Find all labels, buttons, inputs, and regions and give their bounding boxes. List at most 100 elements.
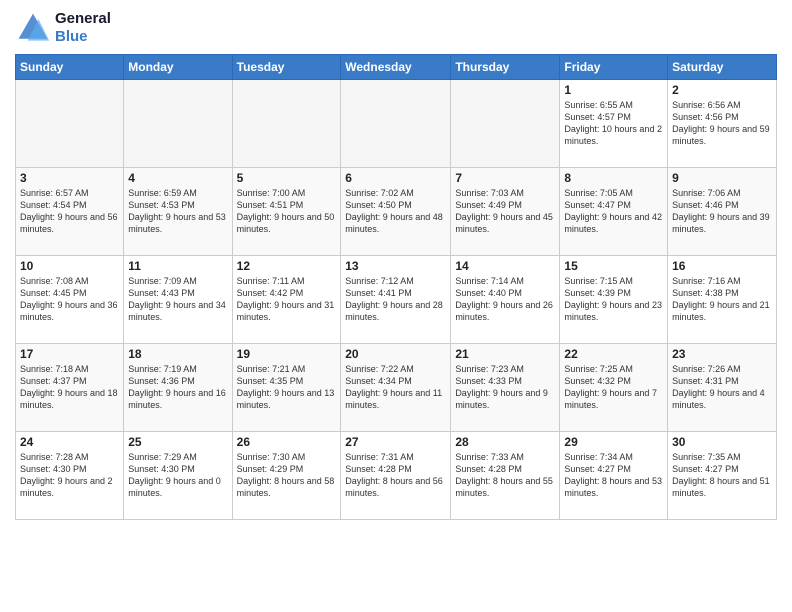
calendar-header-row: SundayMondayTuesdayWednesdayThursdayFrid… <box>16 55 777 80</box>
day-info: Sunrise: 7:34 AM Sunset: 4:27 PM Dayligh… <box>564 451 663 500</box>
day-info: Sunrise: 6:59 AM Sunset: 4:53 PM Dayligh… <box>128 187 227 236</box>
day-number: 30 <box>672 435 772 449</box>
calendar-cell: 24 Sunrise: 7:28 AM Sunset: 4:30 PM Dayli… <box>16 432 124 520</box>
day-number: 21 <box>455 347 555 361</box>
calendar-header-saturday: Saturday <box>668 55 777 80</box>
header: General Blue <box>15 10 777 46</box>
day-info: Sunrise: 7:11 AM Sunset: 4:42 PM Dayligh… <box>237 275 337 324</box>
day-info: Sunrise: 7:22 AM Sunset: 4:34 PM Dayligh… <box>345 363 446 412</box>
calendar-cell: 28Sunrise: 7:33 AM Sunset: 4:28 PM Dayli… <box>451 432 560 520</box>
day-info: Sunrise: 7:06 AM Sunset: 4:46 PM Dayligh… <box>672 187 772 236</box>
page: General Blue SundayMondayTuesdayWednesda… <box>0 0 792 612</box>
logo-icon <box>15 10 51 46</box>
calendar-week-row: 1 Sunrise: 6:55 AM Sunset: 4:57 PM Daylig… <box>16 80 777 168</box>
calendar-cell: 25 Sunrise: 7:29 AM Sunset: 4:30 PM Dayli… <box>124 432 232 520</box>
day-number: 27 <box>345 435 446 449</box>
day-number: 9 <box>672 171 772 185</box>
day-number: 13 <box>345 259 446 273</box>
calendar-cell: 9 Sunrise: 7:06 AM Sunset: 4:46 PM Daylig… <box>668 168 777 256</box>
day-info: Sunrise: 7:05 AM Sunset: 4:47 PM Dayligh… <box>564 187 663 236</box>
calendar-cell: 26 Sunrise: 7:30 AM Sunset: 4:29 PM Dayli… <box>232 432 341 520</box>
calendar-cell: 29 Sunrise: 7:34 AM Sunset: 4:27 PM Dayli… <box>560 432 668 520</box>
calendar-week-row: 10Sunrise: 7:08 AM Sunset: 4:45 PM Dayli… <box>16 256 777 344</box>
day-number: 11 <box>128 259 227 273</box>
day-info: Sunrise: 7:35 AM Sunset: 4:27 PM Dayligh… <box>672 451 772 500</box>
day-number: 1 <box>564 83 663 97</box>
day-info: Sunrise: 7:15 AM Sunset: 4:39 PM Dayligh… <box>564 275 663 324</box>
calendar-cell: 3Sunrise: 6:57 AM Sunset: 4:54 PM Daylig… <box>16 168 124 256</box>
calendar-cell: 16Sunrise: 7:16 AM Sunset: 4:38 PM Dayli… <box>668 256 777 344</box>
calendar-cell: 20 Sunrise: 7:22 AM Sunset: 4:34 PM Dayli… <box>341 344 451 432</box>
calendar-cell: 15Sunrise: 7:15 AM Sunset: 4:39 PM Dayli… <box>560 256 668 344</box>
calendar-cell: 10Sunrise: 7:08 AM Sunset: 4:45 PM Dayli… <box>16 256 124 344</box>
calendar-header-tuesday: Tuesday <box>232 55 341 80</box>
day-number: 23 <box>672 347 772 361</box>
calendar-header-friday: Friday <box>560 55 668 80</box>
day-info: Sunrise: 7:08 AM Sunset: 4:45 PM Dayligh… <box>20 275 119 324</box>
day-number: 24 <box>20 435 119 449</box>
day-number: 25 <box>128 435 227 449</box>
day-number: 28 <box>455 435 555 449</box>
calendar-cell: 23 Sunrise: 7:26 AM Sunset: 4:31 PM Dayli… <box>668 344 777 432</box>
day-info: Sunrise: 7:31 AM Sunset: 4:28 PM Dayligh… <box>345 451 446 500</box>
calendar-cell: 6 Sunrise: 7:02 AM Sunset: 4:50 PM Daylig… <box>341 168 451 256</box>
calendar-week-row: 17Sunrise: 7:18 AM Sunset: 4:37 PM Dayli… <box>16 344 777 432</box>
calendar-header-sunday: Sunday <box>16 55 124 80</box>
calendar-cell: 30 Sunrise: 7:35 AM Sunset: 4:27 PM Dayli… <box>668 432 777 520</box>
day-info: Sunrise: 6:57 AM Sunset: 4:54 PM Dayligh… <box>20 187 119 236</box>
calendar-cell <box>124 80 232 168</box>
day-info: Sunrise: 6:55 AM Sunset: 4:57 PM Dayligh… <box>564 99 663 148</box>
day-number: 20 <box>345 347 446 361</box>
day-number: 22 <box>564 347 663 361</box>
day-number: 7 <box>455 171 555 185</box>
calendar-cell: 5Sunrise: 7:00 AM Sunset: 4:51 PM Daylig… <box>232 168 341 256</box>
day-number: 18 <box>128 347 227 361</box>
calendar-cell: 13 Sunrise: 7:12 AM Sunset: 4:41 PM Dayli… <box>341 256 451 344</box>
day-info: Sunrise: 7:12 AM Sunset: 4:41 PM Dayligh… <box>345 275 446 324</box>
calendar-cell <box>451 80 560 168</box>
day-info: Sunrise: 7:02 AM Sunset: 4:50 PM Dayligh… <box>345 187 446 236</box>
calendar-cell: 14 Sunrise: 7:14 AM Sunset: 4:40 PM Dayli… <box>451 256 560 344</box>
day-info: Sunrise: 7:09 AM Sunset: 4:43 PM Dayligh… <box>128 275 227 324</box>
day-info: Sunrise: 7:18 AM Sunset: 4:37 PM Dayligh… <box>20 363 119 412</box>
day-info: Sunrise: 7:21 AM Sunset: 4:35 PM Dayligh… <box>237 363 337 412</box>
day-number: 4 <box>128 171 227 185</box>
calendar-cell: 27 Sunrise: 7:31 AM Sunset: 4:28 PM Dayli… <box>341 432 451 520</box>
calendar-cell: 19 Sunrise: 7:21 AM Sunset: 4:35 PM Dayli… <box>232 344 341 432</box>
calendar-cell: 1 Sunrise: 6:55 AM Sunset: 4:57 PM Daylig… <box>560 80 668 168</box>
calendar-cell: 11 Sunrise: 7:09 AM Sunset: 4:43 PM Dayli… <box>124 256 232 344</box>
day-number: 2 <box>672 83 772 97</box>
calendar-cell: 12 Sunrise: 7:11 AM Sunset: 4:42 PM Dayli… <box>232 256 341 344</box>
logo: General Blue <box>15 10 111 46</box>
day-number: 29 <box>564 435 663 449</box>
day-info: Sunrise: 7:30 AM Sunset: 4:29 PM Dayligh… <box>237 451 337 500</box>
calendar-cell: 17Sunrise: 7:18 AM Sunset: 4:37 PM Dayli… <box>16 344 124 432</box>
calendar-cell <box>16 80 124 168</box>
calendar-cell <box>341 80 451 168</box>
day-info: Sunrise: 7:16 AM Sunset: 4:38 PM Dayligh… <box>672 275 772 324</box>
day-number: 19 <box>237 347 337 361</box>
calendar-cell: 4 Sunrise: 6:59 AM Sunset: 4:53 PM Daylig… <box>124 168 232 256</box>
day-info: Sunrise: 6:56 AM Sunset: 4:56 PM Dayligh… <box>672 99 772 148</box>
day-info: Sunrise: 7:26 AM Sunset: 4:31 PM Dayligh… <box>672 363 772 412</box>
day-info: Sunrise: 7:25 AM Sunset: 4:32 PM Dayligh… <box>564 363 663 412</box>
logo-text: General Blue <box>55 10 111 46</box>
day-info: Sunrise: 7:00 AM Sunset: 4:51 PM Dayligh… <box>237 187 337 236</box>
calendar-header-thursday: Thursday <box>451 55 560 80</box>
day-number: 26 <box>237 435 337 449</box>
day-info: Sunrise: 7:23 AM Sunset: 4:33 PM Dayligh… <box>455 363 555 412</box>
calendar-cell: 8Sunrise: 7:05 AM Sunset: 4:47 PM Daylig… <box>560 168 668 256</box>
day-info: Sunrise: 7:29 AM Sunset: 4:30 PM Dayligh… <box>128 451 227 500</box>
calendar: SundayMondayTuesdayWednesdayThursdayFrid… <box>15 54 777 520</box>
day-number: 6 <box>345 171 446 185</box>
day-number: 14 <box>455 259 555 273</box>
calendar-cell <box>232 80 341 168</box>
day-info: Sunrise: 7:14 AM Sunset: 4:40 PM Dayligh… <box>455 275 555 324</box>
day-info: Sunrise: 7:28 AM Sunset: 4:30 PM Dayligh… <box>20 451 119 500</box>
calendar-header-monday: Monday <box>124 55 232 80</box>
calendar-cell: 21 Sunrise: 7:23 AM Sunset: 4:33 PM Dayli… <box>451 344 560 432</box>
calendar-cell: 7 Sunrise: 7:03 AM Sunset: 4:49 PM Daylig… <box>451 168 560 256</box>
day-number: 12 <box>237 259 337 273</box>
calendar-header-wednesday: Wednesday <box>341 55 451 80</box>
day-info: Sunrise: 7:03 AM Sunset: 4:49 PM Dayligh… <box>455 187 555 236</box>
